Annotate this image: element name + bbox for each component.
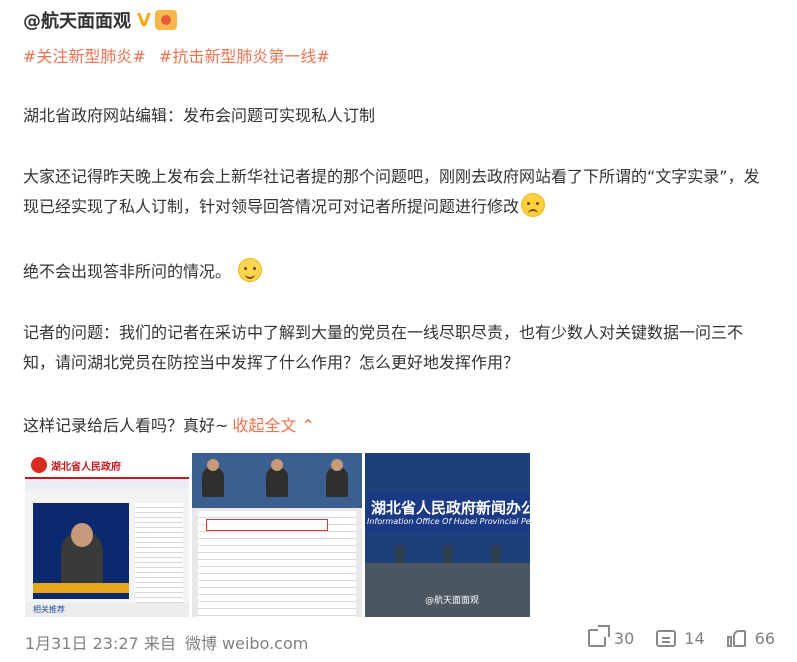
forward-count: 30 — [613, 628, 635, 648]
image3-banner-cn: 湖北省人民政府新闻办公室 — [371, 499, 530, 517]
post-time[interactable]: 1月31日 23:27 — [25, 634, 139, 653]
forward-icon — [587, 625, 610, 647]
like-button[interactable]: 66 — [726, 628, 775, 648]
paragraph-text: 这样记录给后人看吗？真好~ — [23, 416, 229, 435]
image2-person — [326, 467, 348, 497]
image2-face — [207, 459, 219, 471]
image3-seat — [395, 545, 405, 565]
image2-face — [331, 459, 343, 471]
post-actions: 30 14 66 — [587, 625, 775, 648]
paragraph-text: 绝不会出现答非所问的情况。 — [23, 262, 232, 281]
topic-link-2[interactable]: #抗击新型肺炎第一线# — [159, 47, 330, 66]
smile-emoji — [238, 258, 263, 282]
post-headline: 湖北省政府网站编辑：发布会问题可实现私人订制 — [23, 106, 376, 125]
image-thumbnail-3[interactable]: 湖北省人民政府新闻办公室 Information Office Of Hubei… — [365, 453, 530, 617]
image3-watermark: @航天面面观 — [425, 596, 480, 606]
post-source[interactable]: 微博 weibo.com — [185, 634, 308, 653]
image2-face — [271, 459, 283, 471]
paragraph-text: 大家还记得昨天晚上发布会上新华社记者提的那个问题吧，刚刚去政府网站看了下所谓的“… — [23, 167, 760, 216]
sweat-smile-emoji — [521, 193, 546, 217]
post-paragraph-3: 绝不会出现答非所问的情况。 — [23, 257, 763, 287]
like-count: 66 — [754, 628, 775, 648]
post-meta: 1月31日 23:27 来自 微博 weibo.com — [25, 630, 308, 654]
post-paragraph-2: 大家还记得昨天晚上发布会上新华社记者提的那个问题吧，刚刚去政府网站看了下所谓的“… — [23, 162, 763, 222]
post-paragraph-4: 记者的问题：我们的记者在采访中了解到大量的党员在一线尽职尽责，也有少数人对关键数… — [23, 323, 744, 372]
image2-highlight-box — [206, 519, 328, 531]
image-thumbnail-1[interactable]: 湖北省人民政府 相关推荐 — [25, 453, 189, 617]
image1-title: 湖北省人民政府 — [51, 462, 121, 473]
image1-face — [71, 523, 93, 547]
topic-link-1[interactable]: #关注新型肺炎# — [23, 47, 146, 66]
comment-icon — [656, 629, 677, 647]
image3-table — [365, 563, 530, 617]
image1-footer-text: 相关推荐 — [33, 605, 65, 614]
image-gallery: 湖北省人民政府 相关推荐 湖北省人民政府新闻办公室 Information Of… — [25, 453, 530, 617]
emblem-icon — [31, 457, 47, 473]
image2-photo-strip — [192, 453, 362, 508]
verified-badge-icon: V — [137, 9, 151, 31]
image1-nav — [25, 479, 189, 489]
medal-icon — [154, 10, 177, 30]
source-prefix: 来自 — [143, 634, 176, 653]
image2-person — [266, 467, 288, 497]
image1-footer: 相关推荐 — [25, 603, 189, 617]
like-icon — [726, 628, 747, 648]
forward-button[interactable]: 30 — [587, 625, 635, 648]
post-author[interactable]: @航天面面观 V — [23, 7, 177, 33]
comment-count: 14 — [684, 628, 705, 648]
collapse-fulltext-link[interactable]: 收起全文 ⌃ — [232, 416, 315, 435]
image1-header: 湖北省人民政府 — [25, 453, 189, 479]
topic-tags: #关注新型肺炎# #抗击新型肺炎第一线# — [23, 43, 338, 67]
image3-banner-en: Information Office Of Hubei Provincial P… — [367, 517, 530, 526]
image1-caption — [33, 583, 129, 593]
image3-seat — [491, 545, 501, 565]
image1-text-block — [135, 503, 183, 603]
image3-seat — [443, 545, 453, 565]
author-name[interactable]: @航天面面观 — [23, 7, 131, 33]
image2-person — [202, 467, 224, 497]
post-paragraph-5: 这样记录给后人看吗？真好~ 收起全文 ⌃ — [23, 411, 763, 441]
image-thumbnail-2[interactable] — [192, 453, 362, 617]
comment-button[interactable]: 14 — [656, 628, 705, 648]
